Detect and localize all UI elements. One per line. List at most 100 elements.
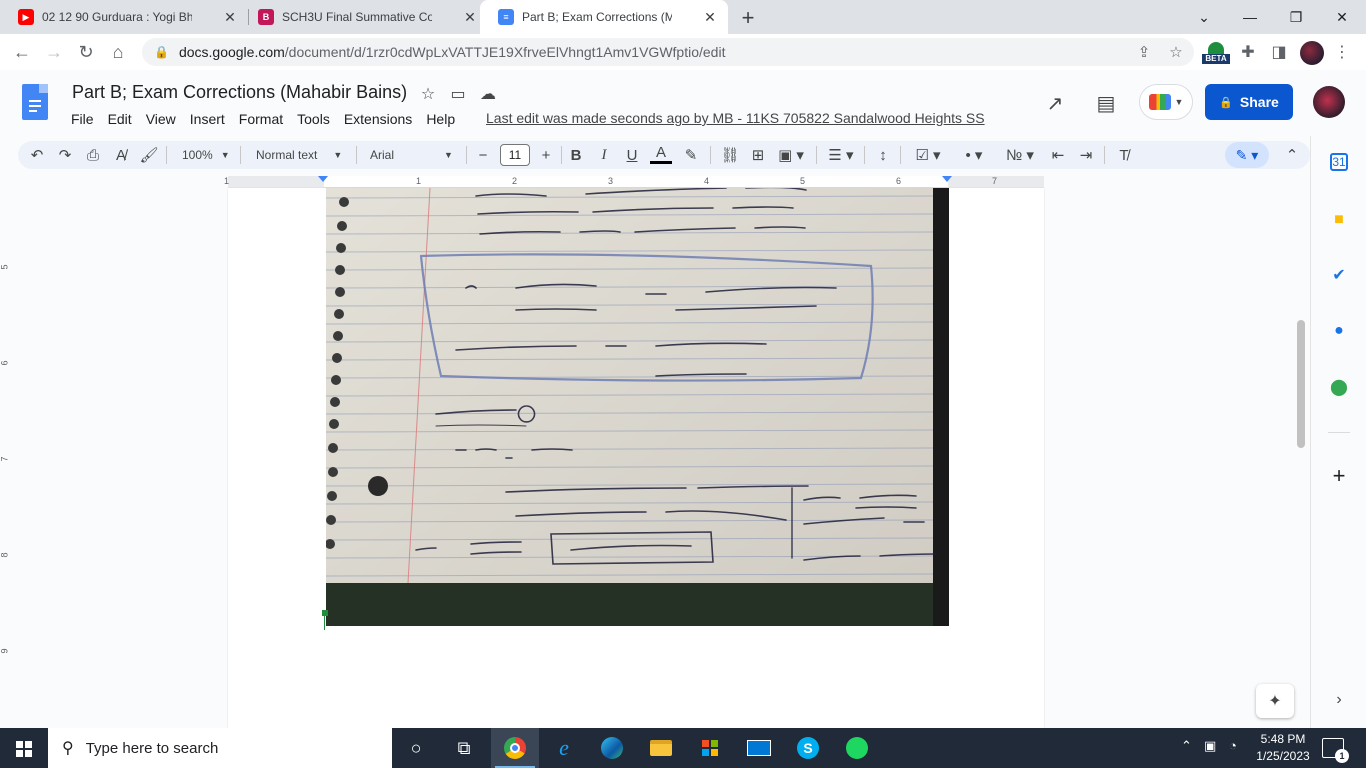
link-icon[interactable]: ⛓	[718, 144, 742, 166]
add-comment-icon[interactable]: ⊞	[746, 144, 770, 166]
increase-indent-icon[interactable]: ⇥	[1074, 144, 1098, 166]
profile-avatar[interactable]	[1300, 41, 1324, 65]
back-icon[interactable]: ←	[10, 40, 34, 64]
meet-button[interactable]: ▼	[1139, 84, 1193, 120]
home-icon[interactable]: ⌂	[106, 40, 130, 64]
docs-logo-icon[interactable]	[22, 84, 48, 120]
side-panel-icon[interactable]: ◨	[1267, 40, 1291, 64]
font-size-input[interactable]: 11	[500, 144, 530, 166]
tab-brightspace[interactable]: B SCH3U Final Summative Concept ✕	[240, 0, 488, 34]
numbered-list-icon[interactable]: № ▾	[1000, 144, 1040, 166]
share-button[interactable]: 🔒 Share	[1205, 84, 1293, 120]
collapse-menus-icon[interactable]: ⌃	[1280, 144, 1304, 166]
left-indent-marker[interactable]	[318, 176, 328, 182]
mail-icon[interactable]	[745, 734, 773, 762]
beta-extension-icon[interactable]: BETA	[1202, 42, 1230, 64]
explore-button[interactable]: ✦	[1256, 684, 1294, 718]
chrome-icon[interactable]	[501, 734, 529, 762]
close-icon[interactable]: ✕	[702, 9, 718, 26]
document-title[interactable]: Part B; Exam Corrections (Mahabir Bains)	[72, 82, 407, 103]
forward-icon[interactable]: →	[42, 40, 66, 64]
taskbar-search[interactable]: ⚲ Type here to search	[48, 728, 392, 768]
bold-button[interactable]: B	[566, 144, 586, 166]
file-explorer-icon[interactable]	[647, 734, 675, 762]
maps-icon[interactable]: ⬤	[1328, 376, 1350, 398]
star-icon[interactable]: ☆	[418, 84, 438, 104]
reload-icon[interactable]: ↻	[74, 40, 98, 64]
spotify-icon[interactable]	[843, 734, 871, 762]
contacts-icon[interactable]: ●	[1328, 320, 1350, 342]
cortana-icon[interactable]: ○	[402, 734, 430, 762]
address-bar[interactable]: 🔒 docs.google.com/document/d/1rzr0cdWpLx…	[142, 38, 1194, 66]
bulleted-list-icon[interactable]: • ▾	[954, 144, 994, 166]
increase-font-button[interactable]: +	[537, 144, 555, 166]
skype-icon[interactable]: S	[794, 734, 822, 762]
highlight-icon[interactable]: ✎	[680, 144, 702, 166]
menu-extensions[interactable]: Extensions	[337, 109, 419, 129]
menu-view[interactable]: View	[139, 109, 183, 129]
underline-button[interactable]: U	[622, 144, 642, 166]
zoom-select[interactable]: 100% ▼	[182, 144, 230, 166]
tab-search-icon[interactable]: ⌄	[1181, 0, 1227, 34]
minimize-button[interactable]: —	[1227, 0, 1273, 34]
bookmark-star-icon[interactable]: ☆	[1165, 41, 1187, 63]
edge-icon[interactable]	[598, 734, 626, 762]
tray-app-icon[interactable]: ▣	[1204, 738, 1216, 754]
italic-button[interactable]: I	[594, 144, 614, 166]
line-spacing-icon[interactable]: ↕	[872, 144, 894, 166]
ie-icon[interactable]: e	[550, 734, 578, 762]
image-resize-handle[interactable]	[322, 610, 328, 616]
tab-youtube[interactable]: ▶ 02 12 90 Gurduara : Yogi Bhajan | ✕	[0, 0, 248, 34]
insert-image-icon[interactable]: ▣ ▾	[774, 144, 808, 166]
print-icon[interactable]: ⎙	[82, 144, 104, 166]
move-folder-icon[interactable]: ▭	[448, 84, 468, 104]
wifi-icon[interactable]: ◔	[1229, 738, 1237, 753]
windows-start-icon[interactable]	[16, 741, 32, 757]
share-page-icon[interactable]: ⇪	[1133, 41, 1155, 63]
get-addons-icon[interactable]: +	[1328, 463, 1350, 488]
menu-help[interactable]: Help	[419, 109, 462, 129]
menu-format[interactable]: Format	[232, 109, 290, 129]
calendar-icon[interactable]: 31	[1330, 153, 1348, 171]
undo-icon[interactable]: ↶	[26, 144, 48, 166]
tray-overflow-icon[interactable]: ⌃	[1181, 738, 1192, 754]
align-icon[interactable]: ☰ ▾	[824, 144, 858, 166]
last-edit-link[interactable]: Last edit was made seconds ago by MB - 1…	[486, 110, 985, 126]
menu-insert[interactable]: Insert	[183, 109, 232, 129]
restore-button[interactable]: ❐	[1273, 0, 1319, 34]
vertical-scrollbar[interactable]	[1297, 320, 1305, 448]
new-tab-button[interactable]: +	[737, 5, 759, 31]
horizontal-ruler[interactable]: 1 1 2 3 4 5 6 7	[224, 176, 1044, 188]
menu-file[interactable]: File	[64, 109, 101, 129]
close-icon[interactable]: ✕	[462, 9, 478, 26]
redo-icon[interactable]: ↷	[54, 144, 76, 166]
style-select[interactable]: Normal text ▼	[256, 144, 342, 166]
system-clock[interactable]: 5:48 PM 1/25/2023	[1252, 731, 1314, 765]
task-view-icon[interactable]: ⧉	[450, 734, 478, 762]
font-select[interactable]: Arial ▼	[370, 144, 453, 166]
right-indent-marker[interactable]	[942, 176, 952, 182]
account-avatar[interactable]	[1313, 86, 1345, 118]
expand-panel-icon[interactable]: ›	[1328, 689, 1350, 711]
editing-mode-button[interactable]: ✎ ▾	[1225, 142, 1269, 168]
menu-edit[interactable]: Edit	[101, 109, 139, 129]
tab-docs[interactable]: ≡ Part B; Exam Corrections (Mahab ✕	[480, 0, 728, 34]
close-icon[interactable]: ✕	[222, 9, 238, 26]
decrease-indent-icon[interactable]: ⇤	[1046, 144, 1070, 166]
menu-tools[interactable]: Tools	[290, 109, 337, 129]
close-window-button[interactable]: ✕	[1319, 0, 1365, 34]
text-color-button[interactable]: A	[650, 144, 672, 164]
clear-formatting-icon[interactable]: T̸	[1112, 144, 1136, 166]
spellcheck-icon[interactable]: A̸	[110, 144, 132, 166]
extensions-puzzle-icon[interactable]: ✚	[1236, 40, 1260, 64]
cloud-status-icon[interactable]: ☁	[478, 84, 498, 104]
checklist-icon[interactable]: ☑ ▾	[908, 144, 948, 166]
paint-format-icon[interactable]: 🖌	[138, 144, 160, 166]
notebook-photo[interactable]	[326, 188, 949, 626]
keep-icon[interactable]: ■	[1328, 209, 1350, 231]
store-icon[interactable]	[696, 734, 724, 762]
tasks-icon[interactable]: ✔	[1328, 264, 1350, 286]
browser-menu-icon[interactable]: ⋮	[1334, 40, 1350, 64]
activity-trend-icon[interactable]: ↗	[1042, 90, 1068, 116]
notification-center-icon[interactable]: 1	[1322, 738, 1349, 763]
